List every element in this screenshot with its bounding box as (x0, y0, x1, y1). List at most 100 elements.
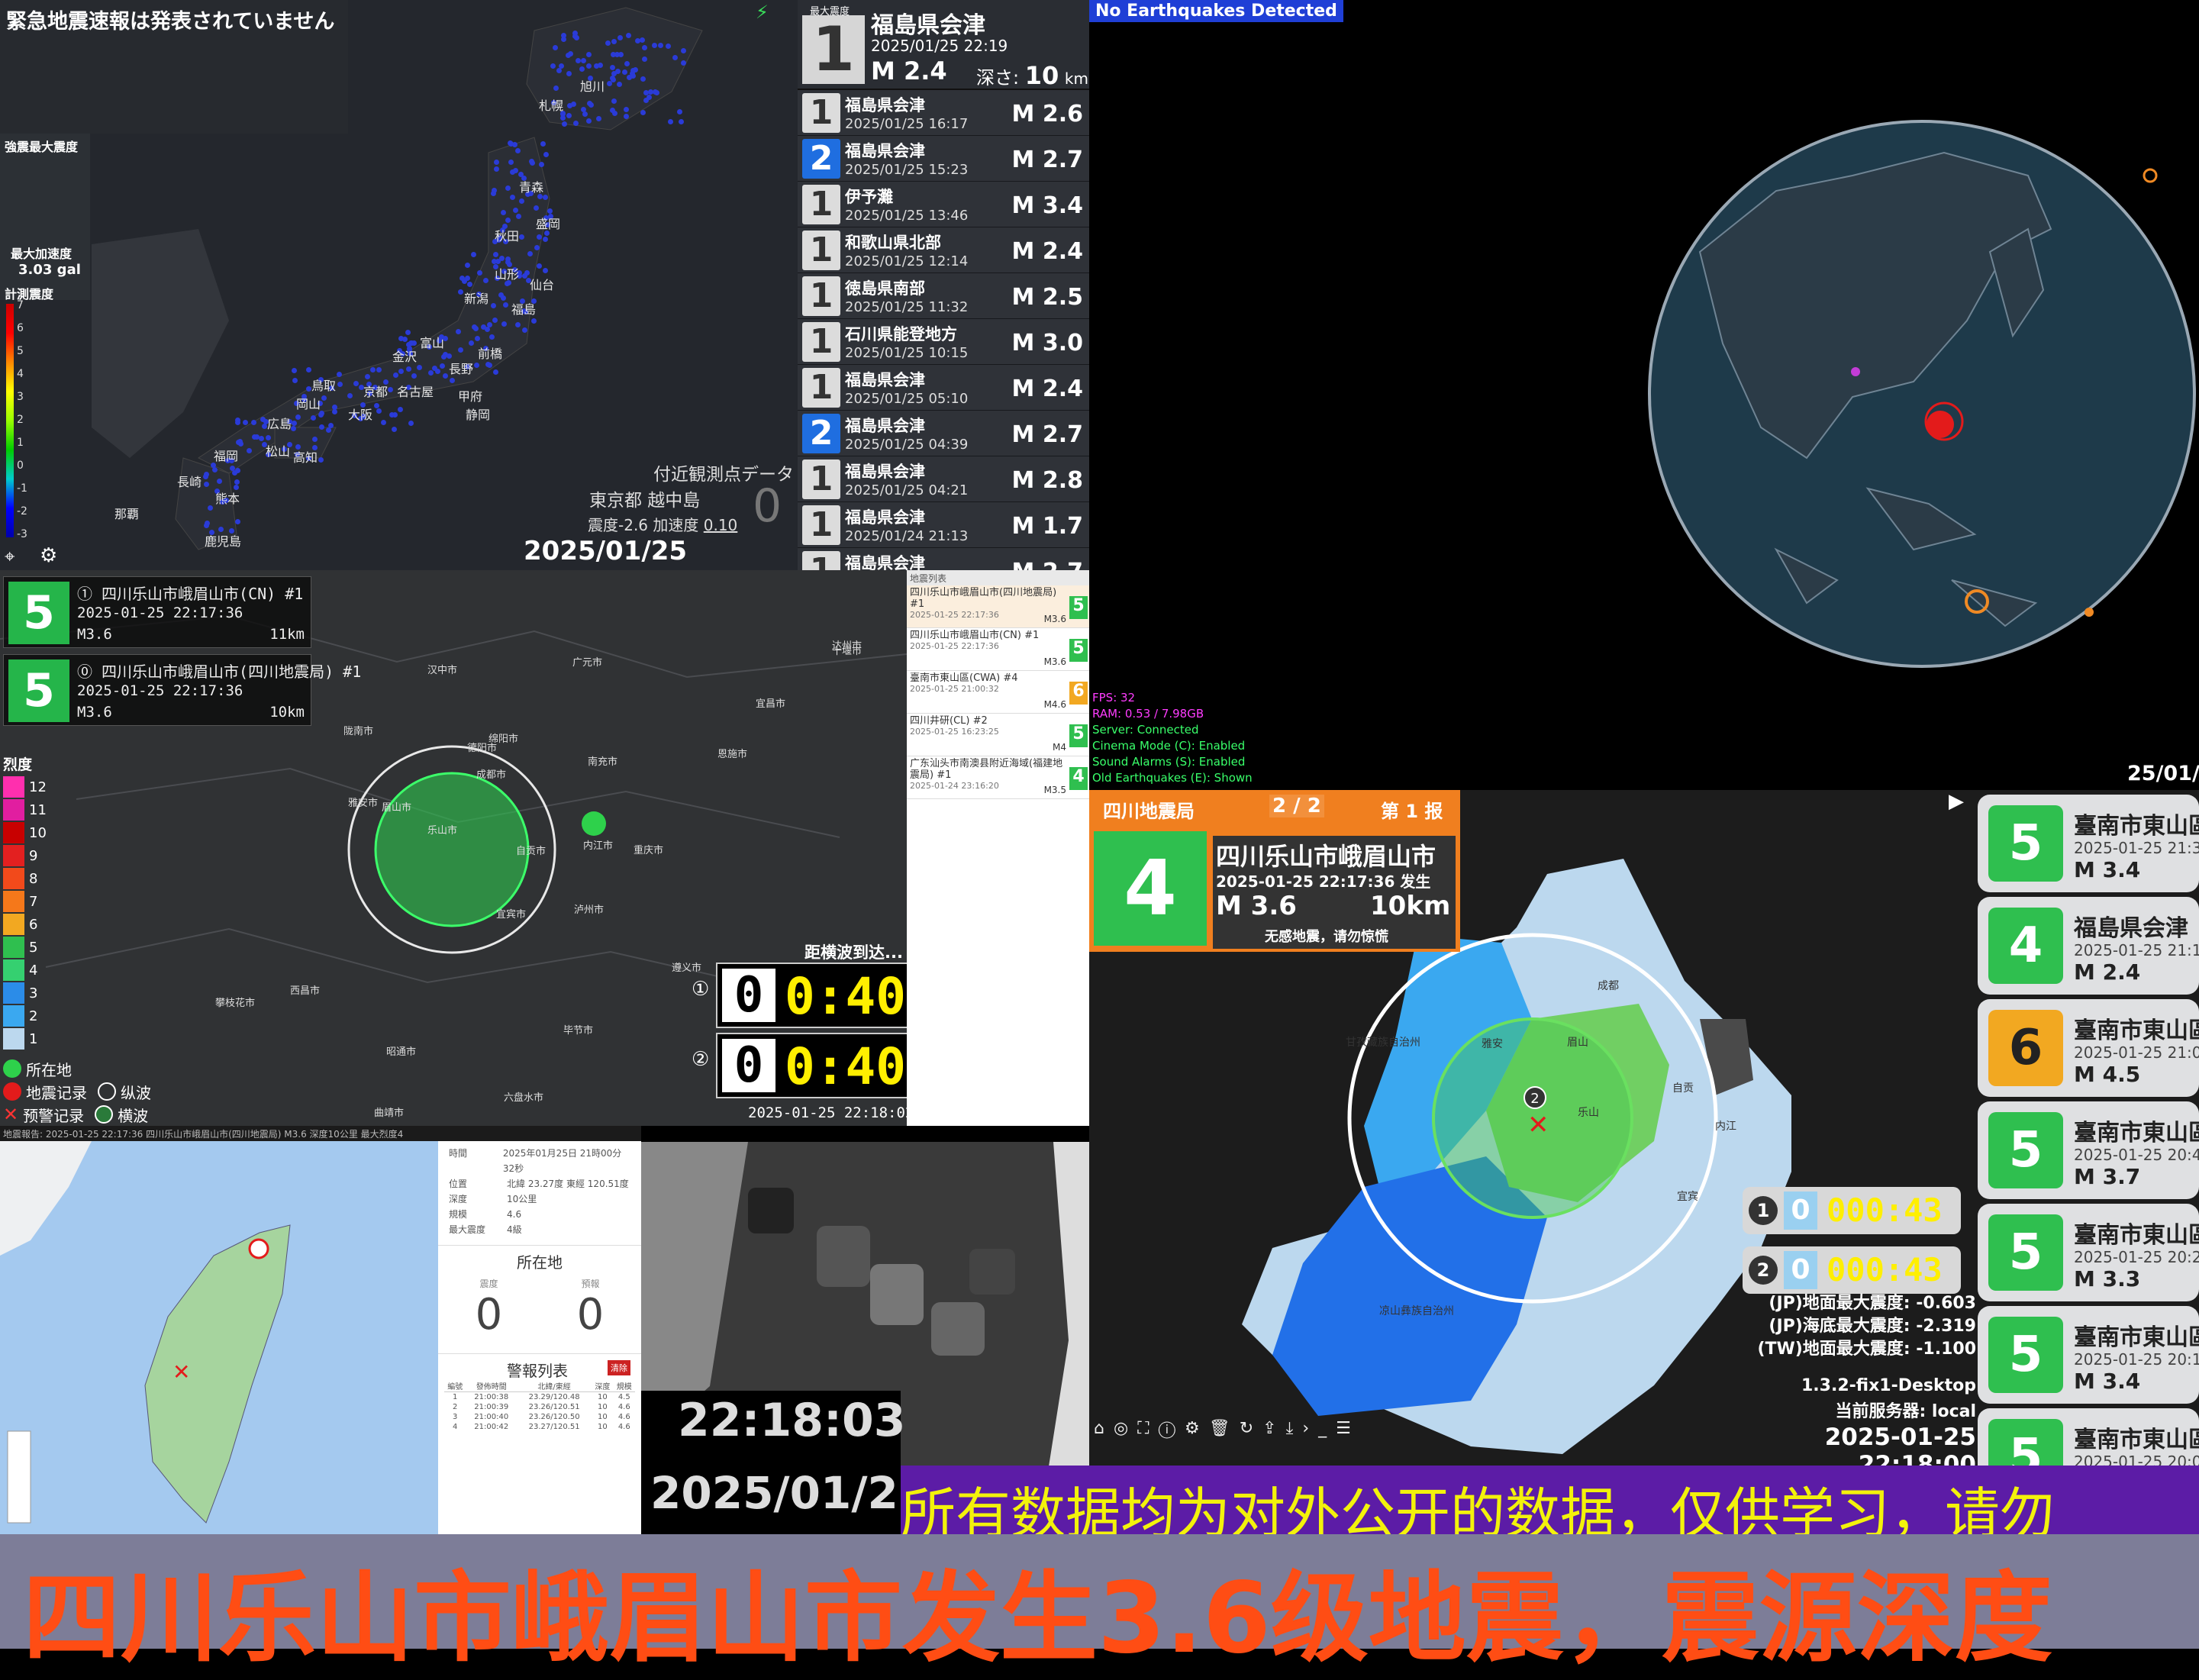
collapse-arrow-icon[interactable]: ▶ (1949, 790, 1967, 813)
sc-side-card[interactable]: 5 臺南市東山區 2025-01-25 20:17 M 3.4 (1978, 1306, 2199, 1404)
tw-info-value: 2025年01月25日 21時00分32秒 (502, 1148, 622, 1174)
city-label: 岡山 (296, 397, 321, 411)
cn-eew-card[interactable]: 5 ① 四川乐山市峨眉山市(CN) #1 2025-01-25 22:17:36 M3… (3, 576, 311, 648)
station-dot (369, 366, 376, 372)
tw-info-key: 最大震度 (449, 1224, 486, 1235)
cn-list-item[interactable]: 四川乐山市峨眉山市(四川地震局) #1 2025-01-25 22:17:36 M3… (907, 585, 1089, 628)
station-dot (572, 31, 578, 37)
debug-line: Cinema Mode (C): Enabled (1092, 739, 1246, 753)
quake-list-item[interactable]: 2 福島県会津 2025/01/25 15:23 M 2.7 (798, 136, 1089, 182)
station-dot (373, 402, 379, 408)
cn-list-item[interactable]: 四川乐山市峨眉山市(CN) #1 2025-01-25 22:17:36 M3.6 5 (907, 628, 1089, 671)
target-icon[interactable]: ◎ (1114, 1419, 1137, 1438)
sc-side-card[interactable]: 5 臺南市東山區 2025-01-25 20:28 M 3.3 (1978, 1204, 2199, 1301)
terminal-icon[interactable]: ›_ (1302, 1419, 1336, 1438)
cn-city-label: 昭通市 (386, 1046, 417, 1058)
station-dot (543, 151, 550, 157)
quake-list-item[interactable]: 1 福島県会津 2025/01/25 05:10 M 2.4 (798, 365, 1089, 411)
quake-list-item[interactable]: 1 福島県会津 2025/01/25 16:17 M 2.6 (798, 90, 1089, 136)
quake-list-item[interactable]: 2 福島県会津 2025/01/25 04:39 M 2.7 (798, 411, 1089, 456)
cn-list-time: 2025-01-25 21:00:32 (910, 684, 999, 694)
legend-level: 3 (3, 982, 37, 1004)
download-icon[interactable]: ⤓ (1286, 1419, 1303, 1438)
cn-list-item[interactable]: 广东汕头市南澳县附近海域(福建地震局) #1 2025-01-24 23:16:2… (907, 756, 1089, 799)
sc-toolbar: ⌂◎⛶ⓘ⚙🗑↻⇪⤓›_☰ (1094, 1419, 1360, 1438)
tw-table-row[interactable]: 3 21:00:40 23.26/120.50 10 4.6 (444, 1412, 635, 1422)
menu-icon[interactable]: ☰ (1336, 1419, 1360, 1438)
station-dot (533, 205, 539, 211)
trash-icon[interactable]: 🗑 (1209, 1419, 1240, 1438)
sc-card-mag: M 3.4 (2074, 1369, 2141, 1394)
station-dot (337, 381, 343, 387)
sc-map-label: 宜宾 (1677, 1191, 1698, 1203)
cn-list-item[interactable]: 四川井研(CL) #2 2025-01-25 16:23:25 M4 5 (907, 714, 1089, 756)
tw-clear-button[interactable]: 清除 (608, 1360, 630, 1375)
tw-table-row[interactable]: 1 21:00:38 23.29/120.48 10 4.5 (444, 1392, 635, 1403)
quake-list-item[interactable]: 1 福島県会津 M 2.7 (798, 548, 1089, 570)
nearby-int-value: 0 (753, 479, 782, 533)
list-intensity: 2 (802, 414, 840, 453)
info-icon[interactable]: ⓘ (1159, 1419, 1185, 1438)
refresh-icon[interactable]: ↻ (1240, 1419, 1262, 1438)
upload-icon[interactable]: ⇪ (1262, 1419, 1285, 1438)
city-label: 長崎 (177, 475, 202, 489)
quake-list-item[interactable]: 1 福島県会津 2025/01/25 04:21 M 2.8 (798, 456, 1089, 502)
cn-legend-title: 烈度 (3, 756, 33, 773)
station-dot (558, 63, 564, 69)
station-dot (505, 256, 511, 263)
tw-table-row[interactable]: 2 21:00:39 23.26/120.51 10 4.6 (444, 1402, 635, 1412)
city-label: 京都 (363, 385, 389, 399)
station-dot (364, 373, 370, 379)
list-mag: M 2.8 (1011, 467, 1083, 494)
quake-list-item[interactable]: 1 和歌山県北部 2025/01/25 12:14 M 2.4 (798, 227, 1089, 273)
fullscreen-icon[interactable]: ⛶ (1137, 1419, 1158, 1438)
quake-list-item[interactable]: 1 伊予灘 2025/01/25 13:46 M 3.4 (798, 182, 1089, 227)
sc-side-card[interactable]: 6 臺南市東山區 2025-01-25 21:00 M 4.5 (1978, 999, 2199, 1097)
station-dot (553, 44, 559, 50)
countdown-num: ② (692, 1048, 710, 1071)
cn-card-time: 2025-01-25 22:17:36 (77, 605, 243, 621)
station-dot (483, 277, 489, 283)
tw-table-header: 編號 發佈時間 北緯/東經 深度 規模 (444, 1380, 635, 1392)
locate-icon[interactable]: ⌖ (5, 546, 15, 567)
station-dot (585, 52, 592, 58)
home-icon[interactable]: ⌂ (1094, 1419, 1114, 1438)
station-dot (457, 347, 463, 353)
sc-eew-card[interactable]: 四川地震局 2 / 2 第 1 报 4 四川乐山市峨眉山市 2025-01-25… (1089, 790, 1460, 952)
sc-side-card[interactable]: 5 臺南市東山區 2025-01-25 20:0 (1978, 1408, 2199, 1466)
list-time: 2025/01/25 04:39 (845, 437, 969, 453)
list-intensity: 1 (802, 93, 840, 133)
cn-city-label: 十堰市 (832, 646, 863, 657)
cn-card-depth: 10km (269, 704, 305, 721)
tw-panel: 地震報告: 2025-01-25 22:17:36 四川乐山市峨眉山市(四川地震… (0, 1126, 641, 1534)
sc-countdown-num: 1 (1749, 1196, 1778, 1225)
sc-side-card[interactable]: 5 臺南市東山區 2025-01-25 21:37 M 3.4 (1978, 795, 2199, 892)
sc-time: 2025-01-25 22:17:36 发生 (1216, 872, 1431, 891)
station-dot (509, 195, 515, 201)
latest-quake-card[interactable]: 最大震度 1 福島県会津 2025/01/25 22:19 M 2.4 深さ: … (798, 0, 1089, 90)
tw-table-row[interactable]: 4 21:00:42 23.27/120.51 10 4.6 (444, 1422, 635, 1432)
legend-swatch (3, 1005, 24, 1027)
sc-map-label: 眉山 (1567, 1037, 1588, 1049)
location-dot-icon (3, 1059, 21, 1078)
globe-render (1648, 120, 2196, 668)
quake-list-item[interactable]: 1 徳島県南部 2025/01/25 11:32 M 2.5 (798, 273, 1089, 319)
max-accel-label: 最大加速度 (11, 247, 73, 261)
tw-table-cell: 3 (453, 1413, 458, 1421)
station-dot (581, 106, 587, 112)
station-dot (251, 434, 257, 440)
sc-side-card[interactable]: 4 福島県会津 2025-01-25 21:19 M 2.4 (1978, 897, 2199, 995)
cn-eew-card[interactable]: 5 ⓪ 四川乐山市峨眉山市(四川地震局) #1 2025-01-25 22:17:3… (3, 654, 361, 726)
settings-icon[interactable]: ⚙ (1185, 1419, 1209, 1438)
settings-icon[interactable]: ⚙ (40, 544, 57, 567)
station-dot (611, 38, 617, 44)
sc-side-card[interactable]: 5 臺南市東山區 2025-01-25 20:40 M 3.7 (1978, 1101, 2199, 1199)
sc-report-index: 2 / 2 (1269, 795, 1324, 817)
sc-card-time: 2025-01-25 20:17 (2074, 1350, 2199, 1369)
japan-station-map: 緊急地震速報は発表されていません 強震最大震度 最大加速度 3.03 gal 計… (0, 0, 798, 570)
nearby-station-name: 東京都 越中島 (589, 491, 701, 511)
cn-city-label: 毕节市 (563, 1025, 594, 1037)
cn-list-item[interactable]: 臺南市東山區(CWA) #4 2025-01-25 21:00:32 M4.6 6 (907, 671, 1089, 714)
quake-list-item[interactable]: 1 石川県能登地方 2025/01/25 10:15 M 3.0 (798, 319, 1089, 365)
quake-list-item[interactable]: 1 福島県会津 2025/01/24 21:13 M 1.7 (798, 502, 1089, 548)
